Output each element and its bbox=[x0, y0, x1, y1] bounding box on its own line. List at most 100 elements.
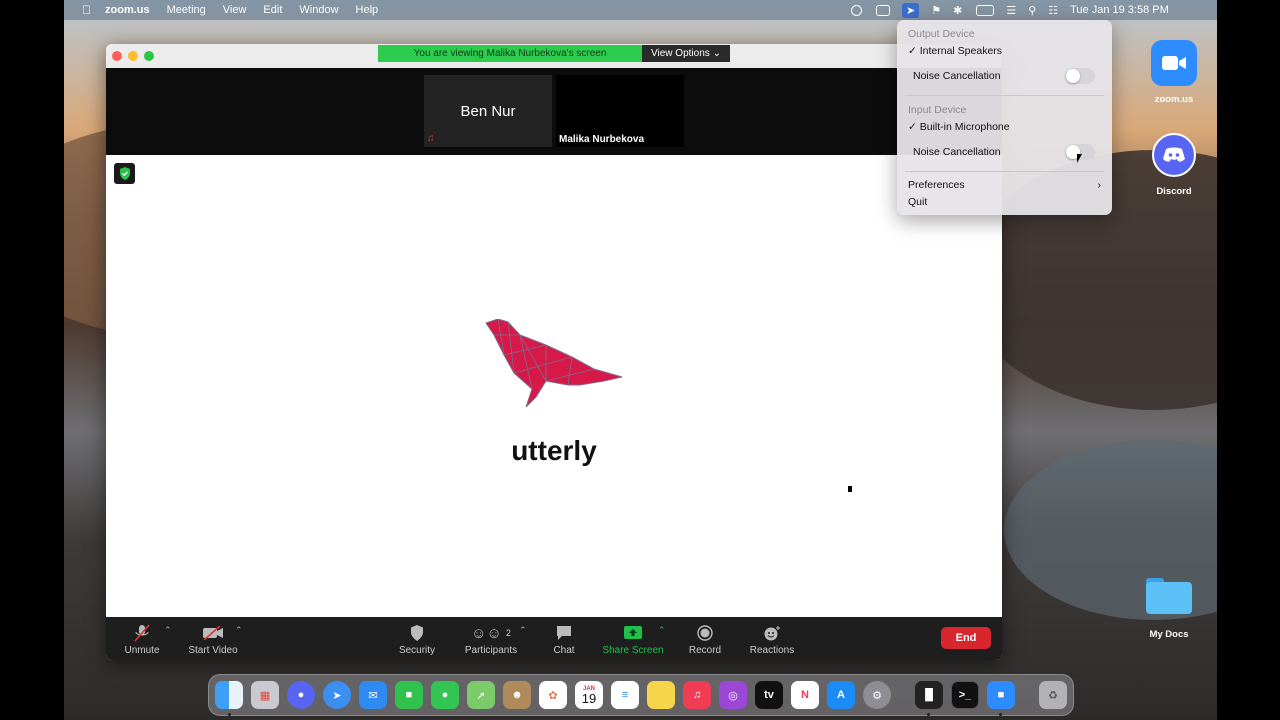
discord-icon[interactable]: ● bbox=[287, 681, 315, 709]
participants-button[interactable]: ☺☺ 2 Participants bbox=[462, 623, 520, 657]
bluetooth-icon[interactable]: ✱ bbox=[953, 4, 962, 17]
checkmark-icon: ✓ bbox=[908, 121, 917, 133]
podcasts-icon[interactable]: ◎ bbox=[719, 681, 747, 709]
facetime-icon[interactable]: ■ bbox=[395, 681, 423, 709]
brand-text: utterly bbox=[511, 435, 597, 466]
battery-icon[interactable] bbox=[976, 4, 995, 16]
start-video-button[interactable]: Start Video bbox=[186, 623, 240, 656]
start-video-label: Start Video bbox=[188, 645, 238, 656]
contacts-icon[interactable]: ☻ bbox=[503, 681, 531, 709]
output-device-option[interactable]: ✓ Internal Speakers bbox=[908, 45, 1002, 57]
viewing-banner: You are viewing Malika Nurbekova's scree… bbox=[378, 45, 642, 62]
record-button[interactable]: Record bbox=[686, 623, 724, 656]
muted-mic-icon: ♫ bbox=[427, 133, 435, 144]
preferences-label: Preferences bbox=[908, 179, 965, 191]
search-icon[interactable]: ⚲ bbox=[1028, 4, 1036, 17]
unmute-button[interactable]: Unmute bbox=[122, 623, 162, 656]
discord-app-icon bbox=[1152, 133, 1196, 177]
zoom-window: You are viewing Malika Nurbekova's scree… bbox=[106, 44, 1002, 660]
calendar-icon[interactable]: JAN 19 bbox=[575, 681, 603, 709]
clock[interactable]: Tue Jan 19 3:58 PM bbox=[1070, 4, 1169, 16]
share-options-chevron-icon[interactable]: ⌃ bbox=[658, 625, 666, 636]
participants-icon-wrap: ☺☺ 2 bbox=[462, 623, 520, 643]
video-off-icon bbox=[186, 623, 240, 643]
reactions-button[interactable]: Reactions bbox=[748, 623, 796, 656]
running-indicator bbox=[999, 713, 1002, 716]
share-screen-button[interactable]: Share Screen bbox=[602, 623, 664, 656]
input-device-header: Input Device bbox=[908, 104, 967, 116]
meeting-toolbar: Unmute ⌃ Start Video ⌃ Security ☺☺ 2 Part… bbox=[106, 617, 1002, 660]
shield-icon bbox=[396, 623, 438, 643]
music-icon[interactable]: ♫ bbox=[683, 681, 711, 709]
app-store-icon[interactable]: A bbox=[827, 681, 855, 709]
news-icon[interactable]: N bbox=[791, 681, 819, 709]
end-meeting-button[interactable]: End bbox=[941, 627, 991, 649]
minimize-button[interactable] bbox=[128, 51, 138, 61]
desktop-icon-label: My Docs bbox=[1149, 629, 1189, 640]
chat-button[interactable]: Chat bbox=[548, 623, 580, 656]
launchpad-icon[interactable]: ▦ bbox=[251, 681, 279, 709]
security-button[interactable]: Security bbox=[396, 623, 438, 656]
finder-icon[interactable] bbox=[215, 681, 243, 709]
zoom-dock-icon[interactable]: ■ bbox=[987, 681, 1015, 709]
participant-tile[interactable]: Malika Nurbekova bbox=[556, 75, 684, 147]
trash-icon[interactable]: ♻ bbox=[1039, 681, 1067, 709]
video-options-chevron-icon[interactable]: ⌃ bbox=[235, 625, 243, 636]
mail-icon[interactable]: ✉ bbox=[359, 681, 387, 709]
menu-app-name[interactable]: zoom.us bbox=[105, 4, 150, 16]
chat-icon bbox=[548, 623, 580, 643]
control-center-icon[interactable]: ☷ bbox=[1048, 4, 1058, 17]
share-screen-label: Share Screen bbox=[602, 645, 664, 656]
output-device-header: Output Device bbox=[908, 28, 975, 40]
zoom-status-icon[interactable] bbox=[876, 4, 890, 16]
output-noise-toggle[interactable] bbox=[1065, 68, 1095, 84]
notes-icon[interactable] bbox=[647, 681, 675, 709]
safari-icon[interactable]: ➤ bbox=[323, 681, 351, 709]
menu-window[interactable]: Window bbox=[299, 4, 338, 16]
close-button[interactable] bbox=[112, 51, 122, 61]
view-options-button[interactable]: View Options ⌄ bbox=[642, 45, 730, 62]
menu-view[interactable]: View bbox=[223, 4, 247, 16]
system-preferences-icon[interactable]: ⚙ bbox=[863, 681, 891, 709]
video-strip: Ben Nur ♫ Malika Nurbekova bbox=[106, 68, 1002, 155]
messages-icon[interactable]: ● bbox=[431, 681, 459, 709]
chevron-right-icon: › bbox=[1097, 179, 1102, 191]
reminders-icon[interactable]: ≡ bbox=[611, 681, 639, 709]
menu-help[interactable]: Help bbox=[356, 4, 379, 16]
apple-tv-icon[interactable]: tv bbox=[755, 681, 783, 709]
menu-meeting[interactable]: Meeting bbox=[167, 4, 206, 16]
desktop-icon-zoom[interactable]: zoom.us bbox=[1150, 40, 1198, 105]
piano-icon[interactable]: █ bbox=[915, 681, 943, 709]
audio-menu-icon[interactable]: ➤ bbox=[902, 2, 920, 18]
participants-chevron-icon[interactable]: ⌃ bbox=[519, 625, 527, 636]
participant-tile[interactable]: Ben Nur ♫ bbox=[424, 75, 552, 147]
participant-name: Malika Nurbekova bbox=[559, 134, 645, 145]
maps-icon[interactable]: ➚ bbox=[467, 681, 495, 709]
record-icon bbox=[686, 623, 724, 643]
photos-icon[interactable]: ✿ bbox=[539, 681, 567, 709]
wifi-icon[interactable]: ☰ bbox=[1006, 4, 1016, 17]
view-options-label: View Options bbox=[651, 48, 710, 59]
flag-icon[interactable]: ⚑ bbox=[931, 4, 941, 17]
preferences-menu-item[interactable]: Preferences › bbox=[908, 179, 1101, 191]
mouse-cursor-icon bbox=[848, 486, 852, 492]
audio-menu-dropdown: Output Device ✓ Internal Speakers Noise … bbox=[897, 20, 1112, 215]
menu-edit[interactable]: Edit bbox=[263, 4, 282, 16]
audio-options-chevron-icon[interactable]: ⌃ bbox=[164, 625, 172, 636]
desktop-icon-my-docs[interactable]: My Docs bbox=[1145, 576, 1193, 640]
terminal-icon[interactable]: >_ bbox=[951, 681, 979, 709]
input-device-option[interactable]: ✓ Built-in Microphone bbox=[908, 121, 1010, 133]
apple-icon[interactable]:  bbox=[82, 3, 91, 17]
quit-menu-item[interactable]: Quit bbox=[908, 196, 927, 208]
toggle-knob bbox=[1066, 69, 1080, 83]
desktop-icon-discord[interactable]: Discord bbox=[1150, 133, 1198, 197]
participant-name: Ben Nur bbox=[460, 103, 516, 120]
zoom-app-icon bbox=[1151, 40, 1197, 86]
encryption-shield-icon[interactable] bbox=[114, 163, 135, 184]
bird-logo bbox=[485, 319, 623, 408]
dock: ▦ ● ➤ ✉ ■ ● ➚ ☻ ✿ JAN 19 ≡ ♫ ◎ tv N A ⚙ … bbox=[208, 674, 1074, 716]
participants-icon: ☺☺ bbox=[471, 624, 502, 642]
record-status-icon[interactable] bbox=[851, 4, 862, 16]
security-label: Security bbox=[398, 645, 436, 656]
zoom-button[interactable] bbox=[144, 51, 154, 61]
